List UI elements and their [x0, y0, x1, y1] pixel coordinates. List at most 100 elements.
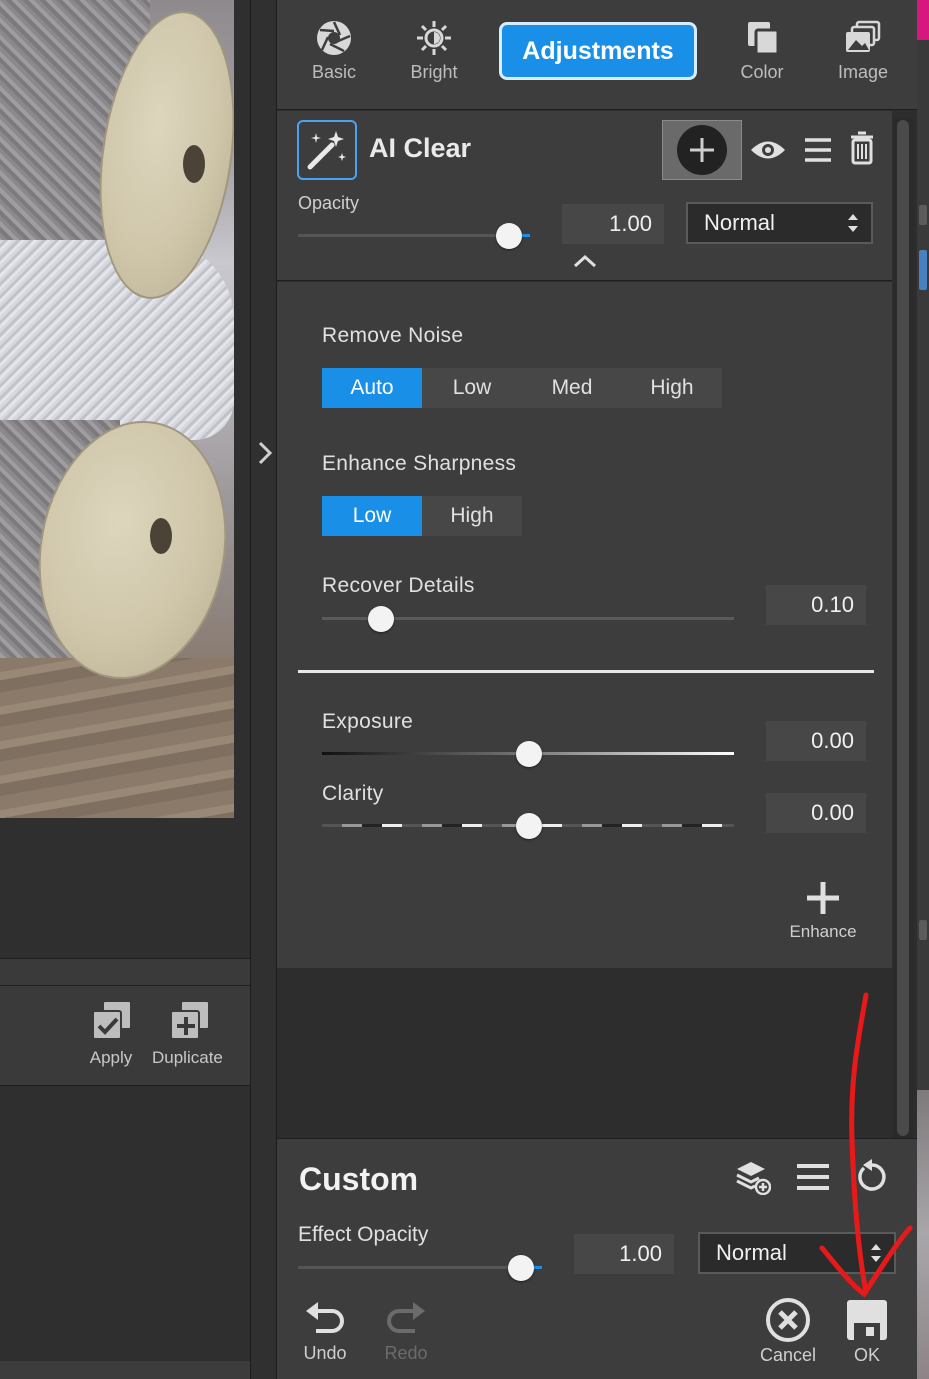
sharpness-low[interactable]: Low: [322, 496, 422, 536]
edge-photo-sliver: [917, 1090, 929, 1379]
plus-icon: [677, 125, 727, 175]
reset-icon[interactable]: [855, 1158, 889, 1194]
edge-checker-icon: [919, 920, 927, 940]
panel-scrollbar[interactable]: [893, 118, 913, 1138]
remove-noise-low[interactable]: Low: [422, 368, 522, 408]
chevron-right-icon[interactable]: [257, 440, 273, 466]
effect-settings: Remove Noise Auto Low Med High Enhance S…: [277, 282, 892, 968]
add-layer-button[interactable]: [662, 120, 742, 180]
effect-opacity-value[interactable]: 1.00: [574, 1234, 674, 1274]
edge-selection-marker: [919, 250, 927, 290]
menu-icon[interactable]: [795, 1161, 831, 1193]
left-divider-bar: [0, 958, 250, 986]
edge-color-swatch: [917, 0, 929, 40]
clarity-knob[interactable]: [516, 813, 542, 839]
sun-icon: [417, 21, 451, 55]
right-edge-strip: [917, 0, 929, 1379]
preset-title: Custom: [299, 1161, 419, 1197]
exposure-label: Exposure: [322, 710, 414, 733]
tab-color-label: Color: [740, 62, 784, 82]
cancel-button[interactable]: Cancel: [753, 1297, 823, 1366]
redo-icon: [387, 1302, 425, 1333]
opacity-label: Opacity: [298, 193, 360, 213]
exposure-value[interactable]: 0.00: [766, 721, 866, 761]
clarity-label: Clarity: [322, 782, 384, 805]
opacity-slider-knob[interactable]: [496, 223, 522, 249]
tab-bright-label: Bright: [410, 62, 458, 82]
panel-collapse-strip[interactable]: [250, 0, 277, 1379]
blend-mode-select[interactable]: Normal: [686, 202, 873, 244]
scrollbar-thumb[interactable]: [897, 120, 909, 1136]
tab-image-label: Image: [837, 62, 889, 82]
layer-title: AI Clear: [369, 133, 472, 163]
opacity-slider-fill: [522, 234, 530, 237]
plus-icon: [807, 882, 839, 914]
chevron-up-icon[interactable]: [573, 254, 597, 268]
updown-arrows-icon: [848, 214, 858, 232]
enhance-label: Enhance: [789, 922, 857, 941]
duplicate-button[interactable]: Duplicate: [152, 998, 223, 1068]
effect-opacity-knob[interactable]: [508, 1255, 534, 1281]
remove-noise-med[interactable]: Med: [522, 368, 622, 408]
recover-details-value[interactable]: 0.10: [766, 585, 866, 625]
tab-adjustments[interactable]: Adjustments: [499, 22, 697, 80]
ok-button[interactable]: OK: [832, 1297, 902, 1366]
apply-icon: [88, 998, 134, 1044]
preset-bar: Custom Effect Opacity 1.00 Normal Undo R…: [277, 1138, 917, 1379]
save-disk-icon: [847, 1300, 887, 1340]
preset-blend-mode-select[interactable]: Normal: [698, 1232, 896, 1274]
undo-label: Undo: [303, 1343, 347, 1363]
apply-label: Apply: [89, 1048, 133, 1067]
duplicate-label: Duplicate: [152, 1048, 223, 1067]
recover-details-knob[interactable]: [368, 606, 394, 632]
remove-noise-auto[interactable]: Auto: [322, 368, 422, 408]
remove-noise-segmented: Auto Low Med High: [322, 368, 722, 408]
trash-icon[interactable]: [849, 131, 875, 165]
blend-mode-value: Normal: [704, 210, 775, 235]
layer-action-row: Apply Duplicate: [0, 986, 250, 1086]
tab-color[interactable]: Color: [717, 14, 807, 83]
tab-basic[interactable]: Basic: [289, 14, 379, 83]
section-divider: [298, 670, 874, 673]
edge-gear-icon: [919, 205, 927, 225]
preview-photo: [0, 0, 234, 818]
clarity-value[interactable]: 0.00: [766, 793, 866, 833]
remove-noise-label: Remove Noise: [322, 324, 464, 347]
undo-icon: [306, 1302, 344, 1333]
left-bottom-bar: [0, 1361, 250, 1379]
exposure-knob[interactable]: [516, 741, 542, 767]
remove-noise-high[interactable]: High: [622, 368, 722, 408]
eye-icon[interactable]: [749, 137, 787, 163]
opacity-value[interactable]: 1.00: [562, 204, 664, 244]
redo-button[interactable]: Redo: [371, 1299, 441, 1364]
duplicate-icon: [164, 998, 211, 1044]
filter-tabs: Basic Bright Adjustments Color Image: [277, 0, 917, 110]
layers-add-icon[interactable]: [735, 1159, 771, 1195]
recover-details-label: Recover Details: [322, 574, 475, 597]
filter-layer-card: AI Clear Opacity 1.00 Normal: [277, 111, 892, 281]
undo-button[interactable]: Undo: [290, 1299, 360, 1364]
menu-icon[interactable]: [803, 135, 833, 165]
adjustments-panel: Basic Bright Adjustments Color Image AI …: [277, 0, 917, 1379]
sharpness-high[interactable]: High: [422, 496, 522, 536]
redo-label: Redo: [384, 1343, 428, 1363]
ok-label: OK: [853, 1345, 880, 1365]
preset-blend-mode-value: Normal: [716, 1240, 787, 1265]
tab-image[interactable]: Image: [818, 14, 908, 83]
enhance-button[interactable]: Enhance: [783, 880, 863, 942]
magic-wand-icon: [297, 120, 357, 180]
image-preview-area: Apply Duplicate: [0, 0, 250, 1379]
tab-bright[interactable]: Bright: [389, 14, 479, 83]
enhance-sharpness-label: Enhance Sharpness: [322, 452, 517, 475]
effect-opacity-label: Effect Opacity: [298, 1223, 429, 1246]
apply-button[interactable]: Apply: [88, 998, 134, 1068]
image-stack-icon: [846, 20, 881, 52]
cancel-label: Cancel: [759, 1345, 817, 1365]
color-layers-icon: [748, 22, 780, 56]
enhance-sharpness-segmented: Low High: [322, 496, 522, 536]
empty-layer-area: [277, 968, 892, 1138]
effect-opacity-track[interactable]: [298, 1266, 542, 1269]
aperture-icon: [317, 21, 351, 55]
close-circle-icon: [766, 1298, 810, 1342]
tab-basic-label: Basic: [311, 62, 356, 82]
